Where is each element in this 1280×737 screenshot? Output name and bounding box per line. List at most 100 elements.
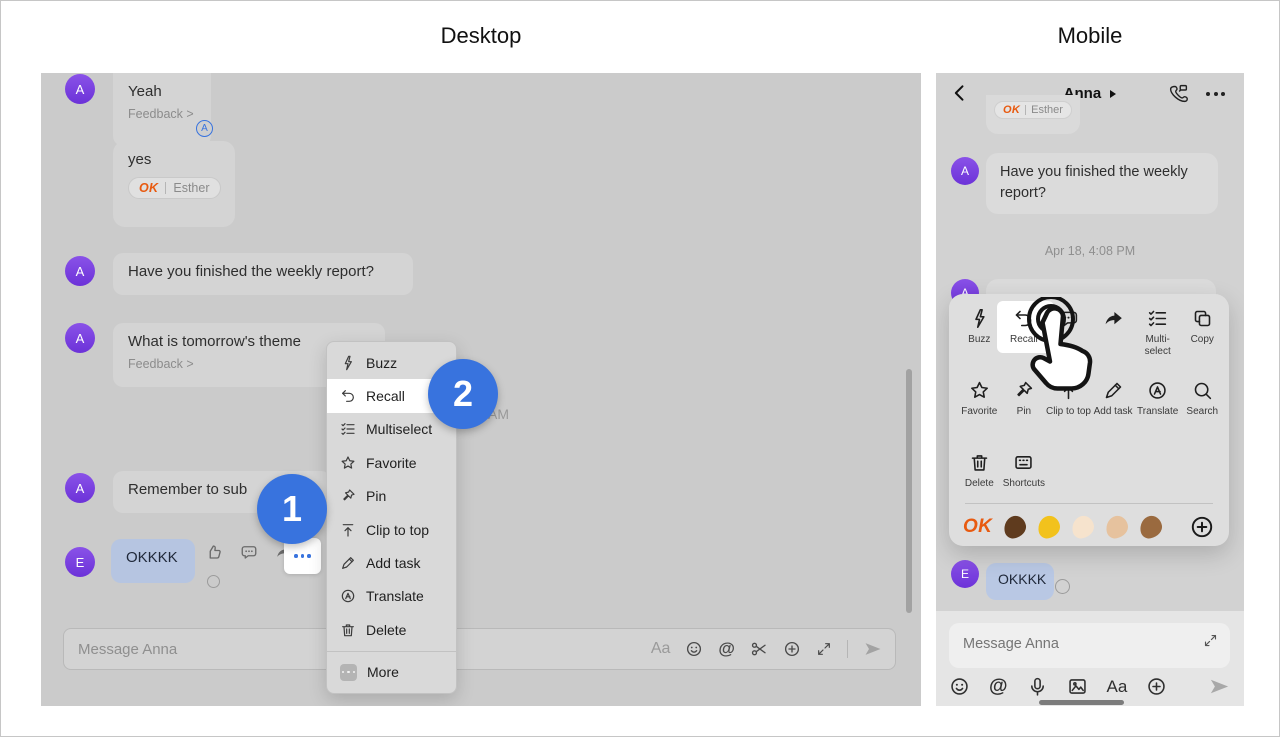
expand-icon[interactable] bbox=[816, 641, 832, 657]
action-buzz[interactable]: Buzz bbox=[957, 308, 1002, 357]
reaction-chip[interactable]: OK Esther bbox=[994, 101, 1072, 119]
action-delete[interactable]: Delete bbox=[957, 452, 1002, 490]
emoji-icon[interactable] bbox=[949, 676, 970, 697]
expand-icon[interactable] bbox=[1203, 633, 1218, 648]
message-hover-toolbar bbox=[205, 543, 293, 561]
flexed-biceps-emoji[interactable] bbox=[1070, 514, 1096, 540]
action-search[interactable]: Search bbox=[1180, 380, 1225, 418]
desktop-section-title: Desktop bbox=[41, 23, 921, 49]
action-copy[interactable]: Copy bbox=[1180, 308, 1225, 357]
chevron-right-icon bbox=[1110, 90, 1116, 98]
avatar[interactable]: E bbox=[65, 547, 95, 577]
divider bbox=[847, 640, 848, 658]
menu-item-label: Translate bbox=[366, 588, 424, 604]
flexed-biceps-emoji[interactable] bbox=[1002, 514, 1028, 540]
action-shortcuts[interactable]: Shortcuts bbox=[1002, 452, 1047, 490]
action-multi-select[interactable]: Multi-select bbox=[1135, 308, 1180, 357]
action-row-3: Delete Shortcuts bbox=[957, 452, 1221, 490]
flexed-biceps-emoji[interactable] bbox=[1036, 514, 1062, 540]
message-text: Remember to sub bbox=[128, 481, 247, 498]
menu-item-clip-to-top[interactable]: Clip to top bbox=[327, 513, 456, 546]
mic-icon[interactable] bbox=[1027, 676, 1048, 697]
multiselect-icon bbox=[340, 421, 356, 437]
pin-icon bbox=[340, 488, 356, 504]
reaction-chip[interactable]: OK Esther bbox=[128, 177, 221, 199]
plus-circle-icon[interactable] bbox=[1146, 676, 1167, 697]
menu-item-label: Buzz bbox=[366, 355, 397, 371]
message-input[interactable] bbox=[961, 635, 1203, 653]
menu-item-pin[interactable]: Pin bbox=[327, 480, 456, 513]
message-bubble[interactable]: Have you finished the weekly report? bbox=[113, 253, 413, 295]
star-icon bbox=[969, 380, 990, 401]
add-reaction-icon[interactable] bbox=[1189, 514, 1215, 540]
avatar[interactable]: A bbox=[951, 157, 979, 185]
message-input-field[interactable] bbox=[949, 623, 1230, 668]
avatar[interactable]: A bbox=[65, 74, 95, 104]
menu-divider bbox=[327, 651, 456, 652]
translate-icon bbox=[340, 588, 356, 604]
step-badge-2: 2 bbox=[428, 359, 498, 429]
more-icon bbox=[294, 554, 311, 558]
trash-icon bbox=[340, 622, 356, 638]
avatar[interactable]: A bbox=[65, 473, 95, 503]
reaction-user: Esther bbox=[173, 181, 209, 195]
message-bubble[interactable]: OKKKK bbox=[111, 539, 195, 583]
divider bbox=[165, 182, 166, 194]
text-format-icon[interactable]: Aa bbox=[651, 640, 671, 658]
avatar[interactable]: A bbox=[65, 323, 95, 353]
message-bubble[interactable]: Have you finished the weekly report? bbox=[986, 153, 1218, 214]
avatar[interactable]: A bbox=[65, 256, 95, 286]
action-translate[interactable]: Translate bbox=[1135, 380, 1180, 418]
search-icon bbox=[1192, 380, 1213, 401]
menu-item-delete[interactable]: Delete bbox=[327, 613, 456, 646]
home-indicator[interactable] bbox=[1039, 700, 1124, 705]
thumbs-up-icon[interactable] bbox=[205, 543, 223, 561]
divider bbox=[1025, 105, 1026, 115]
quick-reactions-row: OK bbox=[963, 512, 1215, 542]
ok-emoji: OK bbox=[139, 181, 158, 195]
step-badge-1: 1 bbox=[257, 474, 327, 544]
mobile-chat-panel: Anna OK Esther A Have you finished the w… bbox=[936, 73, 1244, 706]
chat-title[interactable]: Anna bbox=[936, 85, 1244, 102]
send-icon[interactable] bbox=[1208, 675, 1231, 698]
menu-item-label: Pin bbox=[366, 488, 386, 504]
reply-in-thread-icon[interactable] bbox=[240, 543, 258, 561]
flexed-biceps-emoji[interactable] bbox=[1138, 514, 1164, 540]
menu-item-add-task[interactable]: Add task bbox=[327, 546, 456, 579]
menu-item-label: More bbox=[367, 664, 399, 680]
menu-item-label: Recall bbox=[366, 388, 405, 404]
ok-emoji[interactable]: OK bbox=[963, 516, 992, 538]
mention-icon[interactable]: @ bbox=[989, 676, 1008, 698]
undo-icon bbox=[340, 388, 356, 404]
message-bubble[interactable]: OKKKK bbox=[986, 563, 1054, 600]
text-format-icon[interactable]: Aa bbox=[1107, 677, 1128, 697]
message-bubble[interactable]: Yeah Feedback > bbox=[113, 73, 211, 146]
plus-circle-icon[interactable] bbox=[783, 640, 801, 658]
message-bubble[interactable]: yes OK Esther bbox=[113, 141, 235, 227]
tutorial-canvas: Desktop Mobile A Yeah Feedback > A yes O… bbox=[0, 0, 1280, 737]
flexed-biceps-emoji[interactable] bbox=[1104, 514, 1130, 540]
scrollbar[interactable] bbox=[906, 369, 912, 613]
message-text: OKKKK bbox=[998, 571, 1046, 587]
call-icon[interactable] bbox=[1168, 83, 1189, 104]
more-icon[interactable] bbox=[1206, 92, 1225, 96]
action-favorite[interactable]: Favorite bbox=[957, 380, 1002, 418]
scissors-icon[interactable] bbox=[750, 640, 768, 658]
send-icon[interactable] bbox=[863, 639, 883, 659]
emoji-icon[interactable] bbox=[685, 640, 703, 658]
message-topic-link[interactable]: Feedback > bbox=[128, 107, 196, 121]
menu-item-translate[interactable]: Translate bbox=[327, 580, 456, 613]
image-icon[interactable] bbox=[1067, 676, 1088, 697]
read-status-ring bbox=[1055, 579, 1070, 594]
auto-translate-icon[interactable]: A bbox=[196, 120, 213, 137]
message-text: Yeah bbox=[128, 83, 196, 100]
message-text: OKKKK bbox=[126, 549, 178, 566]
menu-item-favorite[interactable]: Favorite bbox=[327, 446, 456, 479]
menu-item-more[interactable]: More bbox=[327, 656, 456, 689]
message-bubble[interactable]: OK Esther bbox=[986, 95, 1080, 134]
mobile-section-title: Mobile bbox=[936, 23, 1244, 49]
lightning-icon bbox=[340, 355, 356, 371]
mention-icon[interactable]: @ bbox=[718, 639, 735, 659]
avatar[interactable]: E bbox=[951, 560, 979, 588]
translate-icon bbox=[1147, 380, 1168, 401]
